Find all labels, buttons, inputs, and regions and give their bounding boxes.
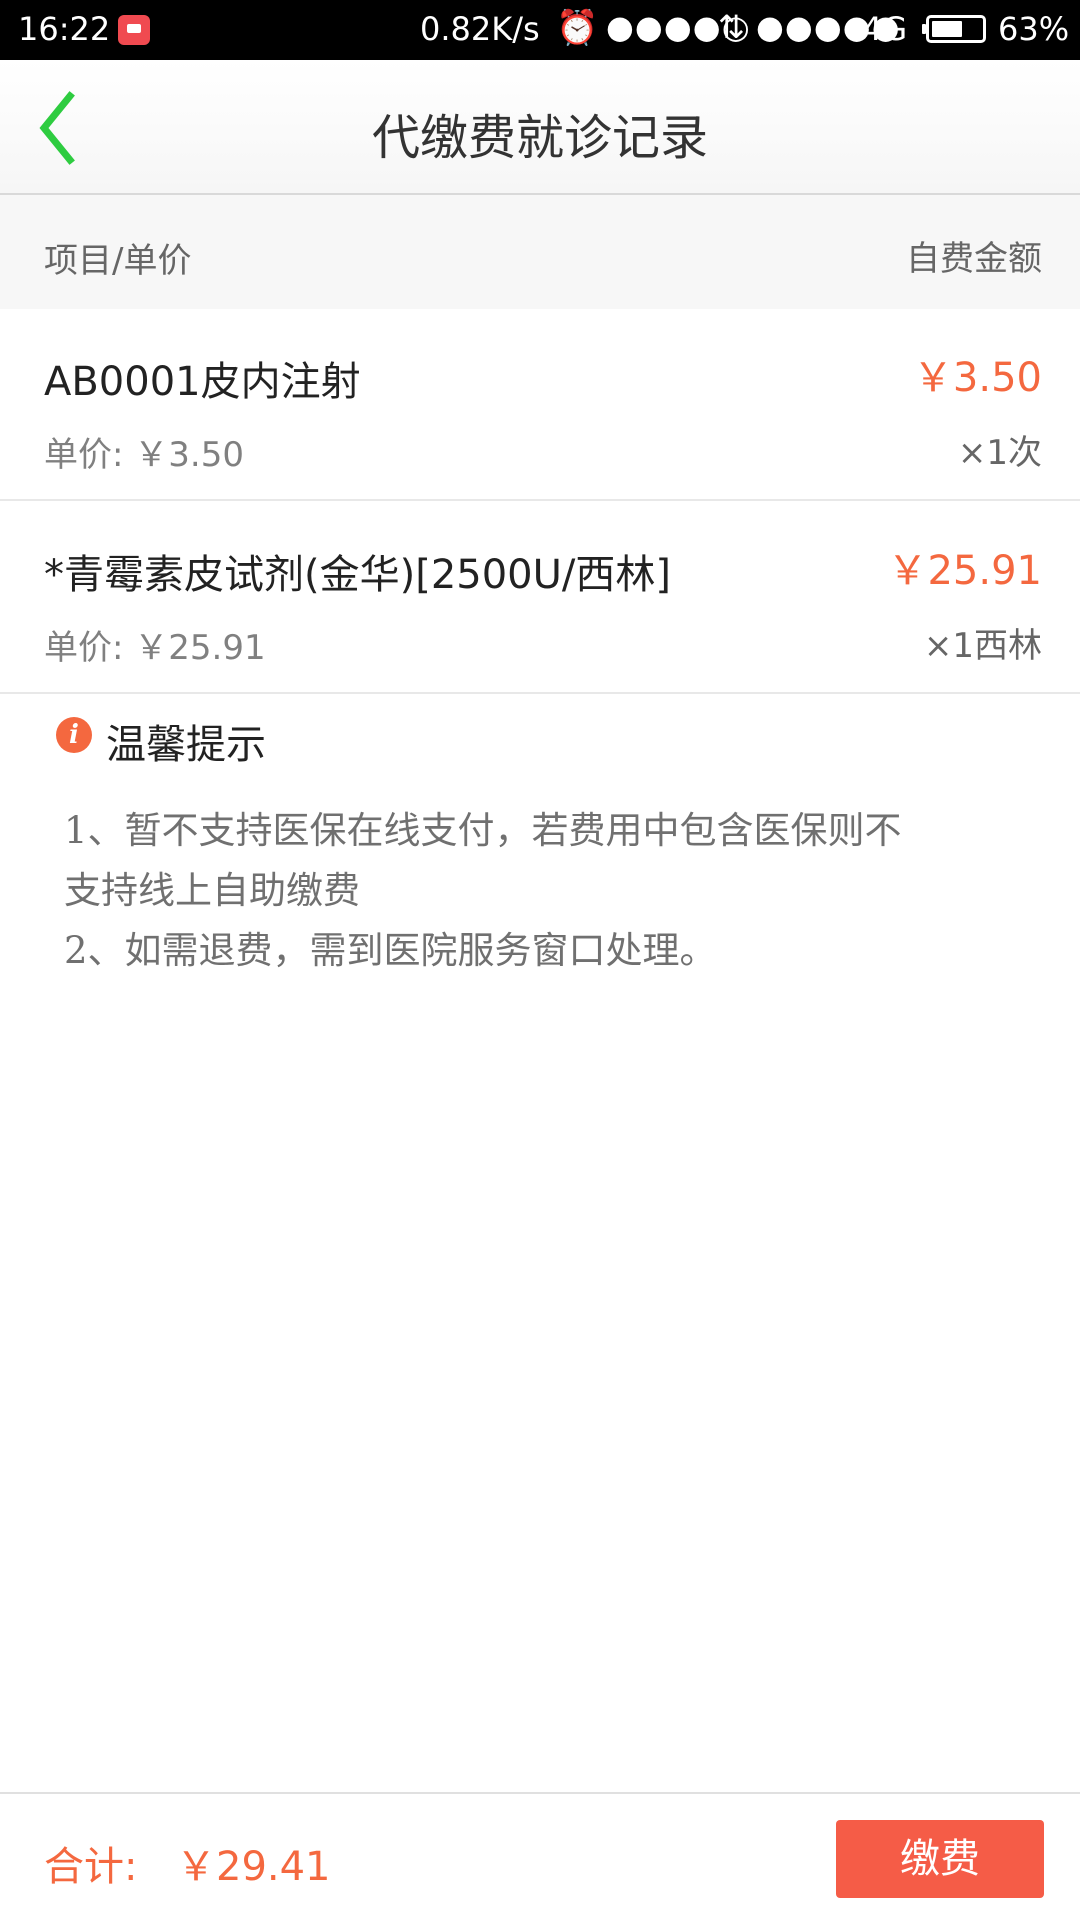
column-header-item: 项目/单价 xyxy=(44,241,192,281)
pay-button[interactable]: 缴费 xyxy=(836,1820,1044,1898)
bottom-bar: 合计: ￥29.41 缴费 xyxy=(0,1792,1080,1920)
column-header-amount: 自费金额 xyxy=(906,239,1042,279)
tips-line: 1、暂不支持医保在线支付，若费用中包含医保则不 xyxy=(64,809,902,852)
battery-icon xyxy=(922,15,986,43)
fee-item-quantity: ×1次 xyxy=(957,433,1042,473)
message-icon xyxy=(118,15,150,45)
alarm-clock-icon: ⏰ xyxy=(556,8,599,48)
fee-item-amount: ￥3.50 xyxy=(912,355,1042,401)
tips-section: i 温馨提示 1、暂不支持医保在线支付，若费用中包含医保则不 支持线上自助缴费 … xyxy=(0,700,1080,1000)
fee-item-quantity: ×1西林 xyxy=(923,626,1042,666)
tips-title: 温馨提示 xyxy=(106,722,266,768)
info-icon: i xyxy=(56,717,92,753)
table-header: 项目/单价 自费金额 xyxy=(0,195,1080,309)
nav-bar: 代缴费就诊记录 xyxy=(0,60,1080,195)
total-label: 合计: xyxy=(44,1844,138,1890)
battery-fill xyxy=(932,21,962,37)
fee-item: AB0001皮内注射 ￥3.50 单价: ￥3.50 ×1次 xyxy=(0,309,1080,501)
status-time: 16:22 xyxy=(18,10,111,48)
battery-tip xyxy=(922,24,926,34)
total-amount: ￥29.41 xyxy=(176,1844,331,1890)
fee-item-unit-price: 单价: ￥25.91 xyxy=(44,628,266,668)
page-title: 代缴费就诊记录 xyxy=(371,110,708,166)
status-net-speed: 0.82K/s xyxy=(420,10,540,48)
fee-item-unit-price: 单价: ￥3.50 xyxy=(44,435,244,475)
fee-item-name: AB0001皮内注射 xyxy=(44,359,361,405)
network-type: 4G xyxy=(862,10,908,48)
fee-item-name: *青霉素皮试剂(金华)[2500U/西林] xyxy=(44,552,671,598)
status-bar: 16:22 0.82K/s ⏰ ●●●●○ ⇅ ●●●●● 4G 63% xyxy=(0,0,1080,60)
battery-percent: 63% xyxy=(998,10,1070,48)
data-transfer-icon: ⇅ xyxy=(718,8,745,46)
fee-item: *青霉素皮试剂(金华)[2500U/西林] ￥25.91 单价: ￥25.91 … xyxy=(0,502,1080,694)
tips-line: 2、如需退费，需到医院服务窗口处理。 xyxy=(64,929,717,972)
tips-line: 支持线上自助缴费 xyxy=(64,869,360,912)
fee-item-amount: ￥25.91 xyxy=(887,548,1042,594)
